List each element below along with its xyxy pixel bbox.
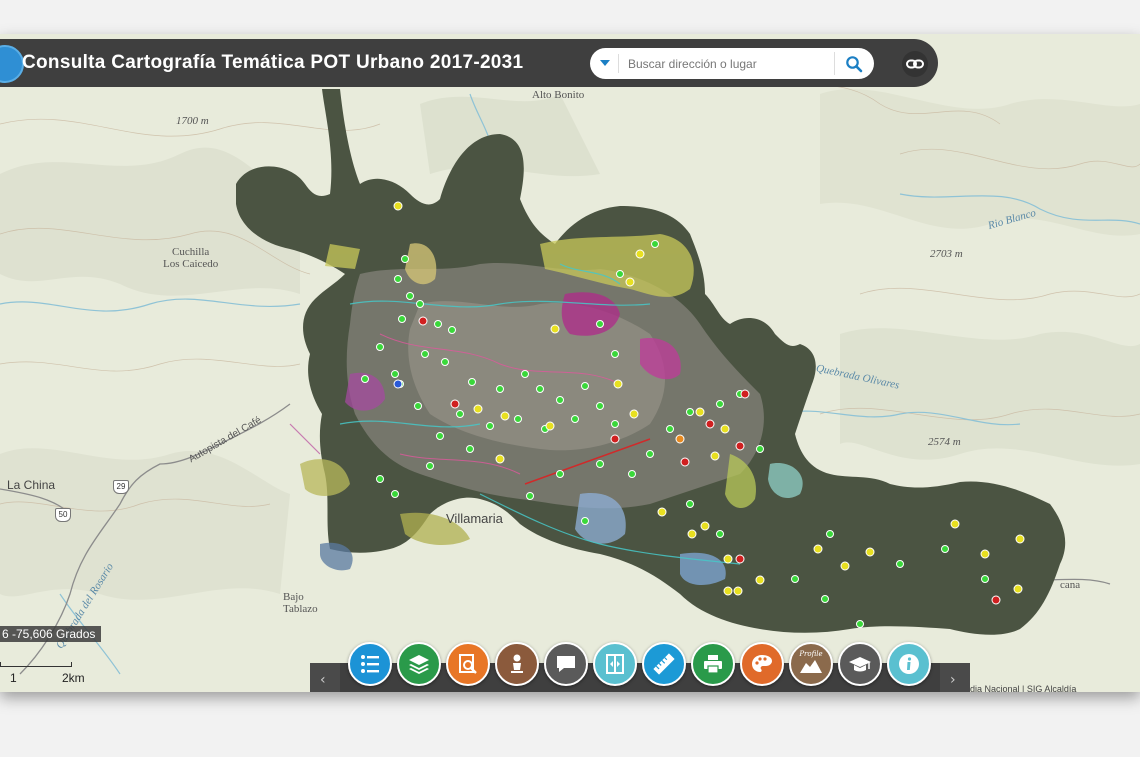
- profile-button[interactable]: Profile: [789, 642, 833, 686]
- comments-button[interactable]: [544, 642, 588, 686]
- print-button[interactable]: [691, 642, 735, 686]
- header-bar: Consulta Cartografía Temática POT Urbano…: [0, 39, 938, 87]
- map-frame: Alto Bonito 1700 m Cuchilla Los Caicedo …: [0, 34, 1140, 692]
- about-button[interactable]: [887, 642, 931, 686]
- chevron-left-icon: ‹: [320, 672, 326, 688]
- map-canvas[interactable]: [0, 34, 1140, 692]
- label-alto: Alto Bonito: [532, 89, 585, 101]
- swipe-button[interactable]: [593, 642, 637, 686]
- search-source-dropdown-icon[interactable]: [600, 60, 610, 66]
- app-logo: [0, 45, 24, 83]
- education-button[interactable]: [838, 642, 882, 686]
- graduation-cap-icon: [849, 657, 871, 672]
- toolbar-prev-button[interactable]: ‹: [310, 663, 340, 692]
- layers-button[interactable]: [397, 642, 441, 686]
- label-elevation-2574: 2574 m: [928, 436, 961, 448]
- label-bajo-tablazo: Bajo Tablazo: [283, 591, 318, 615]
- label-elevation-1700: 1700 m: [176, 115, 209, 127]
- label-villamaria: Villamaria: [446, 511, 503, 526]
- chat-icon: [557, 656, 575, 672]
- layers-icon: [409, 655, 429, 674]
- measure-button[interactable]: [642, 642, 686, 686]
- map-attribution: idia Nacional | SIG Alcaldía: [968, 684, 1077, 692]
- chevron-right-icon: ›: [950, 672, 956, 688]
- printer-icon: [704, 655, 722, 674]
- profile-icon: [800, 660, 822, 673]
- swipe-icon: [606, 654, 624, 674]
- user-button[interactable]: [495, 642, 539, 686]
- palette-icon: [752, 655, 772, 672]
- link-icon: [906, 59, 924, 69]
- search-icon[interactable]: [845, 55, 863, 73]
- ruler-icon: [653, 653, 675, 675]
- label-la-china: La China: [7, 478, 56, 492]
- coordinates-readout: 6 -75,606 Grados: [0, 626, 102, 642]
- info-icon: [899, 654, 919, 674]
- route-shield-29: 29: [113, 480, 129, 494]
- app-title: Consulta Cartografía Temática POT Urbano…: [22, 52, 524, 73]
- share-link-button[interactable]: [902, 51, 928, 77]
- scale-label-left: 1: [10, 671, 17, 685]
- route-shield-50: 50: [55, 508, 71, 522]
- list-icon: [361, 655, 379, 673]
- toolbar-next-button[interactable]: ›: [940, 663, 970, 692]
- scale-label-right: 2km: [62, 671, 85, 685]
- search-box: [590, 48, 874, 79]
- search-document-icon: [459, 654, 477, 674]
- widget-toolbar: ‹ Profile ›: [310, 642, 970, 692]
- query-button[interactable]: [446, 642, 490, 686]
- legend-button[interactable]: [348, 642, 392, 686]
- label-elevation-2703: 2703 m: [930, 248, 963, 260]
- person-icon: [511, 654, 523, 673]
- search-divider: [834, 52, 835, 75]
- search-divider: [618, 54, 619, 73]
- label-cuchilla: Cuchilla Los Caicedo: [163, 246, 219, 270]
- scale-bar: [0, 662, 72, 667]
- label-cana: cana: [1060, 579, 1081, 591]
- basemap-button[interactable]: [740, 642, 784, 686]
- search-input[interactable]: [626, 52, 826, 76]
